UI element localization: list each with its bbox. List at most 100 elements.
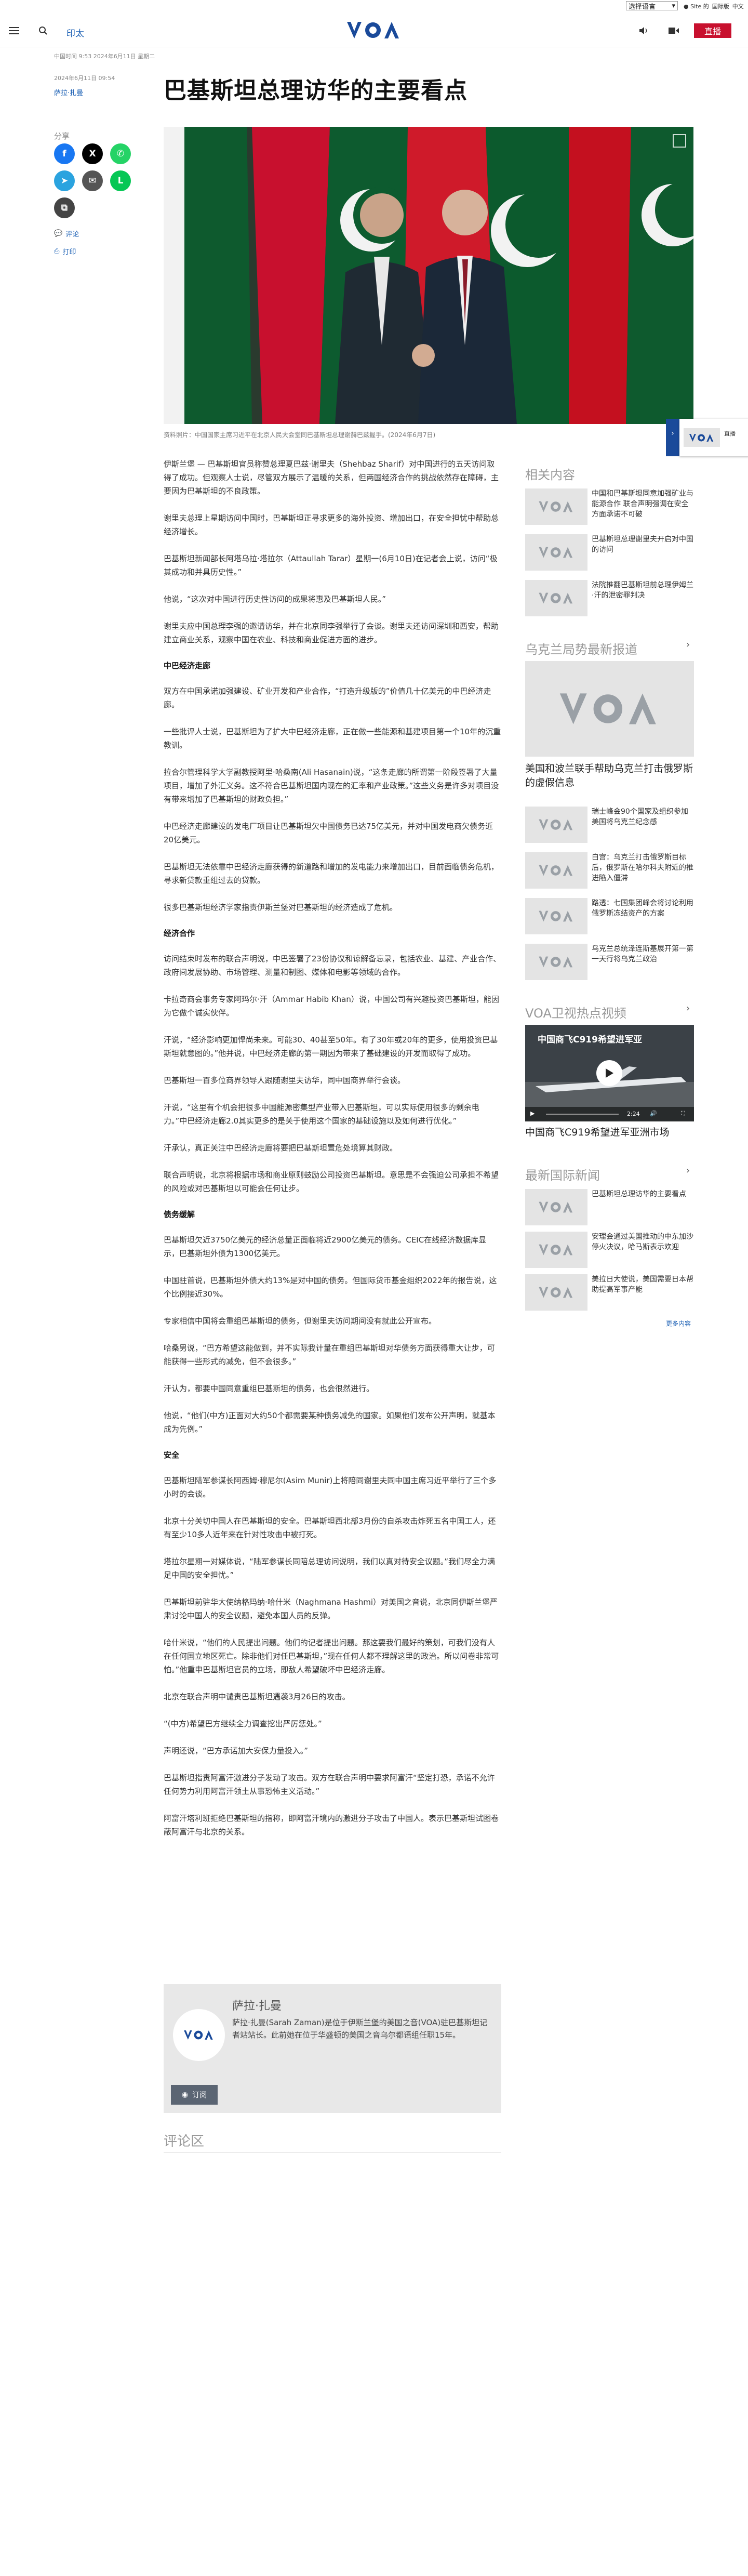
related-item[interactable]: 中国和巴基斯坦同意加强矿业与能源合作 联合声明强调在安全方面承诺不可破 [525, 488, 694, 530]
video-heading[interactable]: VOA卫视热点视频 › [525, 1003, 694, 1021]
language-select[interactable]: 选择语言 ▾ [626, 1, 678, 11]
floating-widget-tab[interactable]: › [666, 419, 679, 456]
related-thumbnail [525, 488, 587, 525]
ukraine-title[interactable]: 白宫：乌克兰打击俄罗斯目标后，俄罗斯在哈尔科夫附近的推进陷入僵滞 [592, 852, 693, 883]
search-icon[interactable] [35, 23, 51, 38]
author-link[interactable]: 萨拉·扎曼 [54, 87, 83, 97]
ukraine-thumbnail [525, 807, 587, 843]
video-overlay-title: 中国商飞C919希望进军亚 [538, 1035, 642, 1045]
volume-icon[interactable]: 🔊 [650, 1110, 657, 1117]
published-time: 中国时间 9:53 2024年6月11日 星期二 [54, 53, 155, 60]
subscribe-button[interactable]: ◉ 订阅 [171, 2085, 218, 2105]
expand-icon[interactable] [673, 134, 686, 148]
related-title[interactable]: 中国和巴基斯坦同意加强矿业与能源合作 联合声明强调在安全方面承诺不可破 [592, 488, 693, 520]
ukraine-feature-title[interactable]: 美国和波兰联手帮助乌克兰打击俄罗斯的虚假信息 [525, 762, 694, 790]
paragraph: 中国驻首说，巴基斯坦外债大约13%是对中国的债务。但国际货币基金组织2022年的… [164, 1276, 497, 1299]
intl-heading-label: 最新国际新闻 [525, 1168, 600, 1183]
video-player[interactable]: 中国商飞C919希望进军亚 ▶ 2:24 🔊 ⛶ [525, 1025, 694, 1121]
ukraine-title[interactable]: 瑞士峰会90个国家及组织参加 美国将乌克兰纪念感 [592, 807, 693, 827]
related-title[interactable]: 法院推翻巴基斯坦前总理伊姆兰·汗的泄密罪判决 [592, 580, 693, 601]
intl-item[interactable]: 安理会通过美国推动的中东加沙停火决议，哈马斯表示欢迎 [525, 1232, 694, 1273]
video-controls: ▶ 2:24 🔊 ⛶ [525, 1107, 694, 1121]
ukraine-title[interactable]: 乌克兰总统泽连斯基展开第一第一天行将乌克兰政治 [592, 944, 693, 965]
floating-widget-body: 直播 [679, 419, 748, 456]
paragraph: 访问结束时发布的联合声明说，中巴签署了23份协议和谅解备忘录，包括农业、基建、产… [164, 954, 501, 977]
ukraine-title[interactable]: 路透：七国集团峰会将讨论利用俄罗斯冻结资产的方案 [592, 898, 693, 919]
paragraph: 汗说，“经济影响更加悍尚未来。可能30、40甚至50年。有了30年或20年的更多… [164, 1035, 498, 1058]
author-box-bio: 萨拉·扎曼(Sarah Zaman)是位于伊斯兰堡的美国之音(VOA)驻巴基斯坦… [232, 2018, 488, 2040]
copy-link-icon[interactable]: ⧉ [54, 197, 75, 218]
floating-live-widget[interactable]: › 直播 [666, 419, 748, 460]
related-thumbnail [525, 580, 587, 616]
share-label: 分享 [54, 131, 70, 141]
play-small-icon[interactable]: ▶ [530, 1110, 535, 1117]
related-title[interactable]: 巴基斯坦总理谢里夫开启对中国的访问 [592, 534, 693, 555]
ukraine-heading[interactable]: 乌克兰局势最新报道 › [525, 639, 694, 657]
intl-title[interactable]: 美拉日大使说，美国需要日本帮助提高军事产能 [592, 1274, 693, 1295]
intl-heading[interactable]: 最新国际新闻 › [525, 1165, 694, 1183]
ukraine-feature-image[interactable] [525, 661, 694, 757]
section-link-indo-pacific[interactable]: 印太 [66, 26, 84, 39]
site-header: 印太 直播 [0, 14, 748, 47]
paragraph: 巴基斯坦无法依靠中巴经济走廊获得的新道路和增加的发电能力来增加出口，目前面临债务… [164, 862, 499, 885]
more-link[interactable]: 更多内容 [666, 1319, 691, 1328]
ukraine-item[interactable]: 乌克兰总统泽连斯基展开第一第一天行将乌克兰政治 [525, 944, 694, 985]
line-icon[interactable]: L [110, 170, 131, 191]
voa-logo[interactable] [346, 20, 402, 41]
top-link-chinese[interactable]: 中文 [732, 2, 744, 10]
ukraine-item[interactable]: 路透：七国集团峰会将讨论利用俄罗斯冻结资产的方案 [525, 898, 694, 940]
fullscreen-icon[interactable]: ⛶ [681, 1110, 685, 1117]
x-twitter-icon[interactable]: X [82, 143, 103, 164]
telegram-icon[interactable]: ➤ [54, 170, 75, 191]
ukraine-item[interactable]: 白宫：乌克兰打击俄罗斯目标后，俄罗斯在哈尔科夫附近的推进陷入僵滞 [525, 852, 694, 894]
related-thumbnail [525, 534, 587, 571]
intl-title[interactable]: 安理会通过美国推动的中东加沙停火决议，哈马斯表示欢迎 [592, 1232, 693, 1252]
comment-icon: 💬 [54, 230, 63, 237]
paragraph: 他说，“他们(中方)正面对大约50个都需要某种债务减免的国家。如果他们发布公开声… [164, 1411, 496, 1434]
comments-link[interactable]: 💬 评论 [54, 229, 79, 239]
paragraph: 谢里夫总理上星期访问中国时，巴基斯坦正寻求更多的海外投资、增加出口，在安全担忧中… [164, 513, 499, 536]
paragraph: 哈桑男说，“巴方希望这能做到，并不实际我计量在重组巴基斯坦对华债务方面获得重大让… [164, 1343, 495, 1366]
hero-photo [164, 127, 693, 424]
paragraph: 北京十分关切中国人在巴基斯坦的安全。巴基斯坦西北部3月份的自杀攻击炸死五名中国工… [164, 1516, 496, 1539]
progress-bar[interactable] [546, 1114, 619, 1115]
language-select-value: 选择语言 [629, 3, 656, 11]
menu-icon[interactable] [6, 23, 22, 38]
section-heading: 债务缓解 [164, 1210, 195, 1219]
paragraph: 汗承认，真正关注中巴经济走廊将要把巴基斯坦置危处境算其财政。 [164, 1143, 398, 1153]
intl-title[interactable]: 巴基斯坦总理访华的主要看点 [592, 1189, 693, 1199]
whatsapp-icon[interactable]: ✆ [110, 143, 131, 164]
video-title[interactable]: 中国商飞C919希望进军亚洲市场 [525, 1126, 694, 1140]
comments-link-label: 评论 [65, 231, 79, 239]
print-link[interactable]: ⎙ 打印 [54, 246, 76, 256]
video-icon[interactable] [666, 23, 682, 38]
live-button[interactable]: 直播 [694, 23, 731, 38]
paragraph: 阿富汗塔利班拒绝巴基斯坦的指称，即阿富汗境内的激进分子攻击了中国人。表示巴基斯坦… [164, 1814, 499, 1837]
facebook-icon[interactable]: f [54, 143, 75, 164]
related-item[interactable]: 巴基斯坦总理谢里夫开启对中国的访问 [525, 534, 694, 576]
audio-icon[interactable] [636, 23, 651, 38]
related-item[interactable]: 法院推翻巴基斯坦前总理伊姆兰·汗的泄密罪判决 [525, 580, 694, 622]
section-heading: 中巴经济走廊 [164, 661, 211, 670]
comments-heading: 评论区 [164, 2134, 205, 2149]
paragraph: 声明还说，“巴方承诺加大安保力量投入。” [164, 1746, 309, 1755]
paragraph: “(中方)希望巴方继续全力调查挖出严厉惩处。” [164, 1719, 322, 1728]
paragraph: 巴基斯坦欠近3750亿美元的经济总量正面临将近2900亿美元的债务。CEIC在线… [164, 1235, 487, 1258]
top-link-intl[interactable]: 国际版 [712, 2, 729, 10]
paragraph: 哈什米说，“他们的人民提出问题。他们的记者提出问题。那这要我们最好的策划，可我们… [164, 1638, 499, 1674]
play-icon[interactable] [596, 1060, 622, 1086]
ukraine-item[interactable]: 瑞士峰会90个国家及组织参加 美国将乌克兰纪念感 [525, 807, 694, 848]
author-box-name[interactable]: 萨拉·扎曼 [232, 1997, 282, 2013]
top-link-site[interactable]: ● Site 的 [684, 2, 709, 10]
paragraph: 双方在中国承诺加强建设、矿业开发和产业合作，“打造升级版的”价值几十亿美元的中巴… [164, 686, 491, 709]
paragraph: 汗说，“这里有个机会把很多中国能源密集型产业带入巴基斯坦，可以实际使用很多的剩余… [164, 1103, 479, 1126]
top-links: ● Site 的 国际版 中文 [684, 2, 744, 10]
comments-divider [164, 2152, 501, 2153]
email-icon[interactable]: ✉ [82, 170, 103, 191]
intl-item[interactable]: 巴基斯坦总理访华的主要看点 [525, 1189, 694, 1231]
intl-thumbnail [525, 1232, 587, 1268]
print-link-label: 打印 [62, 248, 76, 256]
paragraph: 卡拉奇商会事务专家阿玛尔·汗（Ammar Habib Khan）说，中国公司有兴… [164, 995, 499, 1018]
intl-item[interactable]: 美拉日大使说，美国需要日本帮助提高军事产能 [525, 1274, 694, 1316]
chevron-right-icon: › [686, 1165, 690, 1176]
